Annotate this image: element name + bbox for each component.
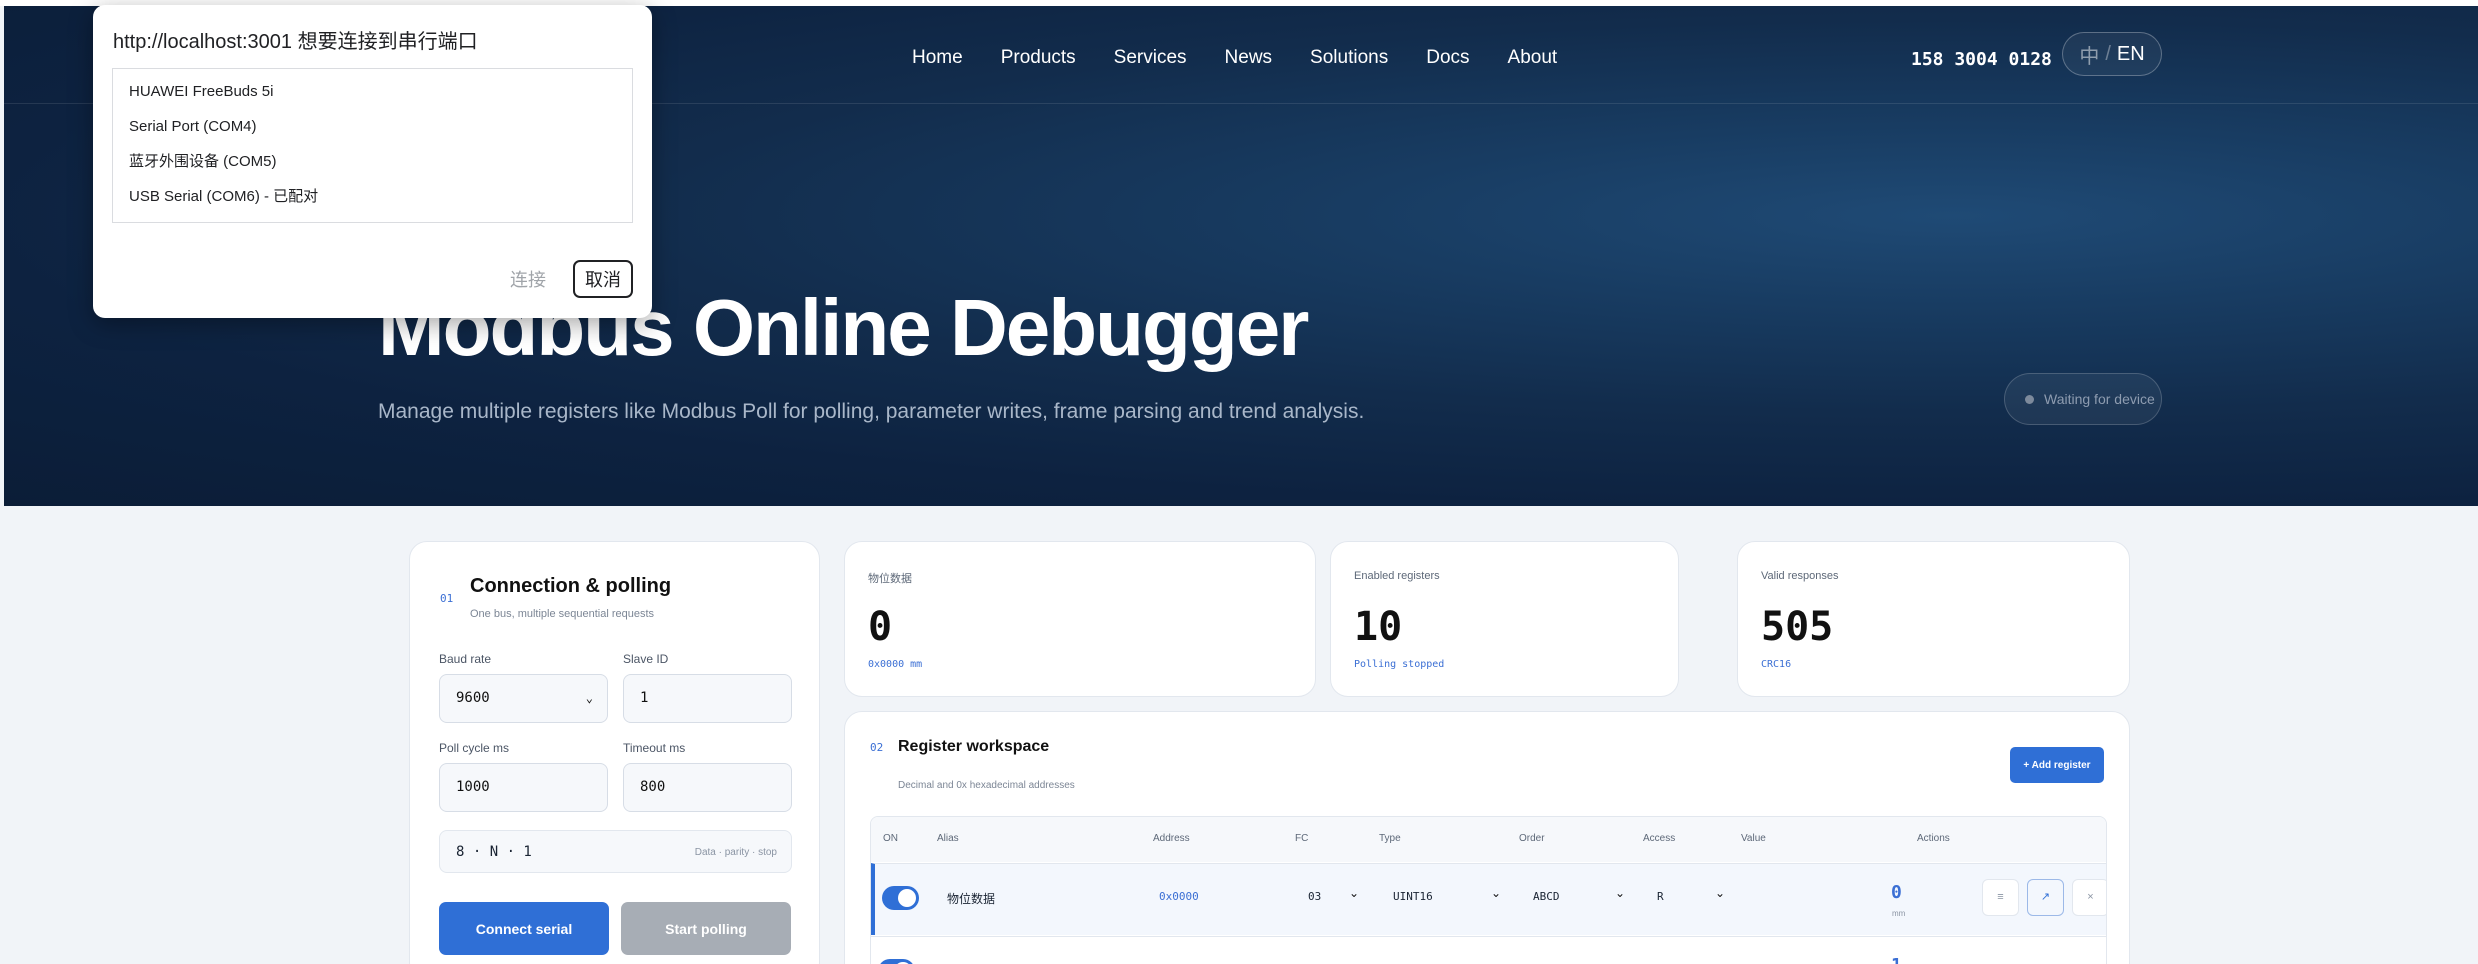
device-status-text: Waiting for device [2044,391,2155,407]
chevron-down-icon[interactable]: ⌄ [1349,886,1359,900]
stat-label: Enabled registers [1354,570,1440,582]
register-enable-toggle[interactable] [878,959,915,964]
stat-foot: Polling stopped [1354,659,1445,670]
connection-subtitle: One bus, multiple sequential requests [470,608,655,620]
delete-icon[interactable]: × [2072,879,2106,916]
table-row[interactable]: 物位数据 0x0000 03 ⌄ UINT16 ⌄ ABCD ⌄ R ⌄ 0 m… [871,863,2106,935]
stat-value: 505 [1761,604,1834,650]
chevron-down-icon[interactable]: ⌄ [1491,886,1501,900]
port-list: HUAWEI FreeBuds 5i Serial Port (COM4) 蓝牙… [112,68,633,223]
stat-foot: 0x0000 mm [868,659,923,670]
section-number: 01 [440,592,454,605]
nav-products[interactable]: Products [1001,47,1076,69]
register-enable-toggle[interactable] [882,886,919,910]
nav-services[interactable]: Services [1114,47,1187,69]
port-item[interactable]: 蓝牙外围设备 (COM5) [113,144,632,179]
dialog-title: http://localhost:3001 想要连接到串行端口 [113,31,478,53]
register-value: 1 [1891,955,1902,964]
register-workspace-card: 02 Register workspace Decimal and 0x hex… [844,711,2130,964]
column-header: ON [883,833,898,844]
connection-card: 01 Connection & polling One bus, multipl… [409,541,820,964]
stat-label: 物位数据 [868,573,912,585]
nav-news[interactable]: News [1225,47,1273,69]
register-type[interactable]: UINT16 [1393,890,1433,903]
stat-value: 10 [1354,604,1403,650]
dialog-cancel-button[interactable]: 取消 [573,260,633,298]
stat-label: Valid responses [1761,570,1839,582]
nav-home[interactable]: Home [912,47,963,69]
nav-about[interactable]: About [1508,47,1558,69]
dialog-connect-button[interactable]: 连接 [500,260,556,298]
column-header: Access [1643,833,1676,844]
timeout-input[interactable]: 800 [623,763,792,812]
register-table: ON Alias Address FC Type Order Access Va… [870,816,2107,964]
register-alias[interactable]: 物位数据 [947,890,995,907]
language-switcher[interactable]: 中 / EN [2062,32,2162,76]
lang-en[interactable]: EN [2117,43,2145,66]
main-nav: Home Products Services News Solutions Do… [912,47,1595,69]
register-order[interactable]: ABCD [1533,890,1560,903]
frame-format-value: 8 · N · 1 [456,844,532,860]
section-number: 02 [870,741,884,754]
serial-port-permission-dialog: http://localhost:3001 想要连接到串行端口 HUAWEI F… [93,5,652,318]
poll-cycle-label: Poll cycle ms [439,741,510,755]
lang-zh[interactable]: 中 [2079,40,2099,69]
stat-card-level: 物位数据 0 0x0000 mm [844,541,1316,697]
register-value: 0 [1891,882,1902,903]
lang-separator: / [2105,42,2111,65]
column-header: Actions [1917,833,1950,844]
stat-card-responses: Valid responses 505 CRC16 [1737,541,2130,697]
port-item[interactable]: USB Serial (COM6) - 已配对 [113,179,632,214]
workspace-subtitle: Decimal and 0x hexadecimal addresses [898,780,1075,791]
timeout-label: Timeout ms [623,741,686,755]
frame-format: 8 · N · 1 Data · parity · stop [439,830,792,873]
drag-handle-icon[interactable]: ≡ [1982,879,2019,916]
column-header: FC [1295,833,1309,844]
device-status-badge: Waiting for device [2004,373,2162,425]
page-subtitle: Manage multiple registers like Modbus Po… [378,400,1365,423]
stat-value: 0 [868,604,893,650]
slave-id-label: Slave ID [623,652,669,666]
register-access[interactable]: R [1657,890,1664,903]
nav-solutions[interactable]: Solutions [1310,47,1388,69]
chevron-down-icon[interactable]: ⌄ [1615,886,1625,900]
stat-card-registers: Enabled registers 10 Polling stopped [1330,541,1679,697]
column-header: Type [1379,833,1401,844]
chevron-down-icon[interactable]: ⌄ [1715,886,1725,900]
register-fc[interactable]: 03 [1308,890,1321,903]
register-unit: mm [1892,909,1906,918]
stat-foot: CRC16 [1761,659,1792,670]
poll-cycle-input[interactable]: 1000 [439,763,608,812]
baud-rate-label: Baud rate [439,652,492,666]
column-header: Alias [937,833,959,844]
frame-format-hint: Data · parity · stop [694,847,777,858]
phone-number[interactable]: 158 3004 0128 [1911,49,2052,70]
register-address[interactable]: 0x0000 [1159,890,1199,903]
column-header: Order [1519,833,1545,844]
column-header: Value [1741,833,1766,844]
write-icon[interactable]: ↗ [2027,879,2064,916]
baud-rate-select[interactable]: 9600 ⌄ [439,674,608,723]
table-row[interactable]: 1 [871,936,2106,964]
connection-title: Connection & polling [470,575,672,597]
chevron-down-icon: ⌄ [585,691,593,705]
add-register-button[interactable]: + Add register [2010,747,2104,783]
baud-rate-value: 9600 [456,690,490,706]
nav-docs[interactable]: Docs [1426,47,1469,69]
connect-serial-button[interactable]: Connect serial [439,902,609,955]
start-polling-button[interactable]: Start polling [621,902,791,955]
workspace-title: Register workspace [898,738,1050,755]
slave-id-input[interactable]: 1 [623,674,792,723]
status-dot-icon [2025,394,2034,404]
port-item[interactable]: HUAWEI FreeBuds 5i [113,74,632,109]
table-header: ON Alias Address FC Type Order Access Va… [871,817,2106,862]
port-item[interactable]: Serial Port (COM4) [113,109,632,144]
column-header: Address [1153,833,1190,844]
